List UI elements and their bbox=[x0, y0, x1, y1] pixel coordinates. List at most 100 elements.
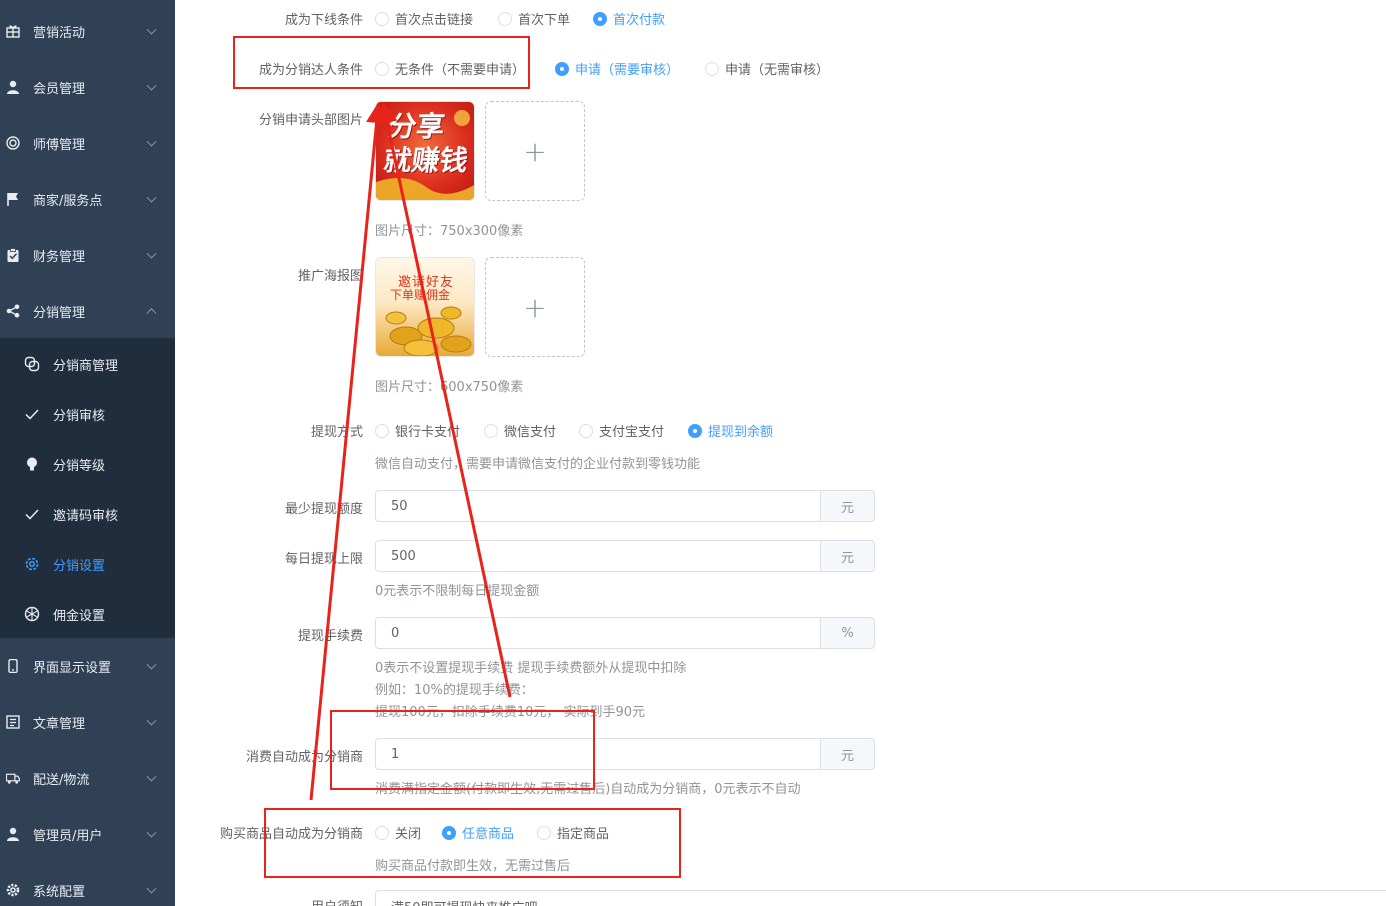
auto-buy-label: 购买商品自动成为分销商 bbox=[219, 827, 363, 842]
poster-size-hint: 图片尺寸：600x750像素 bbox=[375, 380, 524, 395]
chevron-down-icon bbox=[146, 771, 157, 782]
sidebar-item-label: 系统配置 bbox=[33, 884, 86, 900]
gear-icon bbox=[24, 556, 40, 572]
sidebar-subitem-settings[interactable]: 分销设置 bbox=[0, 539, 175, 589]
auto-consume-input[interactable] bbox=[375, 738, 820, 770]
document-icon bbox=[6, 715, 20, 729]
chevron-down-icon bbox=[146, 883, 157, 894]
gift-icon bbox=[6, 24, 20, 38]
chevron-down-icon bbox=[146, 136, 157, 147]
radio-circle[interactable] bbox=[375, 423, 389, 438]
radio-circle[interactable] bbox=[442, 825, 456, 840]
expert-option-apply-no-review[interactable]: 申请（无需审核） bbox=[705, 59, 829, 78]
sidebar-subitem-levels[interactable]: 分销等级 bbox=[0, 439, 175, 489]
sidebar-item-distribution[interactable]: 分销管理 bbox=[0, 283, 175, 339]
sidebar-subitem-invite-review[interactable]: 邀请码审核 bbox=[0, 489, 175, 539]
sidebar-item-marketing[interactable]: 营销活动 bbox=[0, 3, 175, 59]
fee-hint-1: 0表示不设置提现手续费 提现手续费额外从提现中扣除 bbox=[375, 661, 687, 676]
plus-icon: + bbox=[523, 290, 547, 324]
radio-circle[interactable] bbox=[579, 423, 593, 438]
sidebar-subitem-label: 分销设置 bbox=[53, 558, 106, 574]
radio-circle[interactable] bbox=[375, 11, 389, 26]
sidebar-item-ui-display[interactable]: 界面显示设置 bbox=[0, 638, 175, 694]
sidebar-item-finance[interactable]: 财务管理 bbox=[0, 227, 175, 283]
downline-option-first-order[interactable]: 首次下单 bbox=[498, 9, 570, 28]
sidebar-subitem-label: 分销等级 bbox=[53, 458, 106, 474]
sidebar-item-label: 师傅管理 bbox=[33, 137, 86, 153]
withdraw-option-balance[interactable]: 提现到余额 bbox=[688, 421, 773, 440]
radio-circle[interactable] bbox=[555, 61, 569, 76]
expert-option-unconditional[interactable]: 无条件（不需要申请） bbox=[375, 59, 525, 78]
daily-limit-input-group: 元 bbox=[375, 540, 875, 572]
sidebar-subitem-commission[interactable]: 佣金设置 bbox=[0, 589, 175, 639]
sidebar-subitem-label: 分销审核 bbox=[53, 408, 106, 424]
sidebar-item-admins[interactable]: 管理员/用户 bbox=[0, 806, 175, 862]
sidebar-item-label: 会员管理 bbox=[33, 81, 86, 97]
withdraw-method-hint: 微信自动支付，需要申请微信支付的企业付款到零钱功能 bbox=[375, 457, 701, 472]
auto-buy-hint: 购买商品付款即生效，无需过售后 bbox=[375, 859, 571, 874]
fee-label: 提现手续费 bbox=[297, 629, 363, 644]
radio-circle[interactable] bbox=[593, 11, 607, 26]
clipboard-check-icon bbox=[6, 248, 20, 262]
withdraw-option-alipay[interactable]: 支付宝支付 bbox=[579, 421, 664, 440]
min-withdraw-unit: 元 bbox=[820, 490, 875, 522]
chevron-down-icon bbox=[146, 827, 157, 838]
radio-label: 申请（无需审核） bbox=[725, 63, 830, 78]
radio-circle[interactable] bbox=[705, 61, 719, 76]
header-image-upload-button[interactable]: + bbox=[485, 101, 585, 201]
poster-upload-button[interactable]: + bbox=[485, 257, 585, 357]
fee-input[interactable] bbox=[375, 617, 820, 649]
flag-icon bbox=[6, 192, 20, 206]
sidebar-item-members[interactable]: 会员管理 bbox=[0, 59, 175, 115]
radio-circle[interactable] bbox=[498, 11, 512, 26]
radio-label: 指定商品 bbox=[557, 827, 610, 842]
link-icon bbox=[24, 356, 40, 372]
auto-consume-label: 消费自动成为分销商 bbox=[245, 750, 363, 765]
radio-circle[interactable] bbox=[375, 61, 389, 76]
check-icon bbox=[24, 406, 40, 422]
downline-option-first-payment[interactable]: 首次付款 bbox=[593, 9, 665, 28]
sidebar-item-label: 管理员/用户 bbox=[33, 828, 103, 844]
radio-label: 首次付款 bbox=[613, 13, 666, 28]
sidebar-item-label: 文章管理 bbox=[33, 716, 86, 732]
withdraw-option-bank[interactable]: 银行卡支付 bbox=[375, 421, 460, 440]
radio-label: 银行卡支付 bbox=[395, 425, 461, 440]
header-image-thumbnail[interactable]: 分享 就赚钱 bbox=[375, 101, 475, 201]
truck-icon bbox=[6, 771, 20, 785]
sidebar-subitem-distributors[interactable]: 分销商管理 bbox=[0, 339, 175, 389]
auto-buy-option-specific[interactable]: 指定商品 bbox=[537, 823, 609, 842]
aperture-icon bbox=[24, 606, 40, 622]
radio-circle[interactable] bbox=[484, 423, 498, 438]
gear-icon bbox=[6, 883, 20, 897]
sidebar-item-label: 配送/物流 bbox=[33, 772, 90, 788]
daily-limit-input[interactable] bbox=[375, 540, 820, 572]
radio-circle[interactable] bbox=[688, 423, 702, 438]
downline-option-click-link[interactable]: 首次点击链接 bbox=[375, 9, 473, 28]
min-withdraw-input[interactable] bbox=[375, 490, 820, 522]
sidebar-subitem-review[interactable]: 分销审核 bbox=[0, 389, 175, 439]
notice-label: 用户须知 bbox=[311, 896, 363, 906]
sidebar-item-masters[interactable]: 师傅管理 bbox=[0, 115, 175, 171]
auto-buy-option-off[interactable]: 关闭 bbox=[375, 823, 421, 842]
expert-option-apply-review[interactable]: 申请（需要审核） bbox=[555, 59, 679, 78]
radio-label: 申请（需要审核） bbox=[575, 63, 680, 78]
auto-consume-input-group: 元 bbox=[375, 738, 875, 770]
poster-thumbnail[interactable]: 邀请好友 下单赚佣金 bbox=[375, 257, 475, 357]
fee-unit: % bbox=[820, 617, 875, 649]
sidebar-item-system[interactable]: 系统配置 bbox=[0, 862, 175, 906]
withdraw-option-wechat[interactable]: 微信支付 bbox=[484, 421, 556, 440]
notice-textarea[interactable]: 满50即可提现快来推广吧 bbox=[375, 890, 1386, 906]
sidebar-item-articles[interactable]: 文章管理 bbox=[0, 694, 175, 750]
radio-label: 无条件（不需要申请） bbox=[395, 63, 526, 78]
sidebar-subitem-label: 分销商管理 bbox=[53, 358, 119, 374]
sidebar-subitem-label: 佣金设置 bbox=[53, 608, 106, 624]
circle-ring-icon bbox=[6, 136, 20, 150]
check-icon bbox=[24, 506, 40, 522]
header-image-text: 分享 就赚钱 bbox=[381, 110, 471, 177]
radio-circle[interactable] bbox=[537, 825, 551, 840]
sidebar-item-delivery[interactable]: 配送/物流 bbox=[0, 750, 175, 806]
sidebar-item-merchants[interactable]: 商家/服务点 bbox=[0, 171, 175, 227]
auto-consume-unit: 元 bbox=[820, 738, 875, 770]
auto-buy-option-any[interactable]: 任意商品 bbox=[442, 823, 514, 842]
radio-circle[interactable] bbox=[375, 825, 389, 840]
